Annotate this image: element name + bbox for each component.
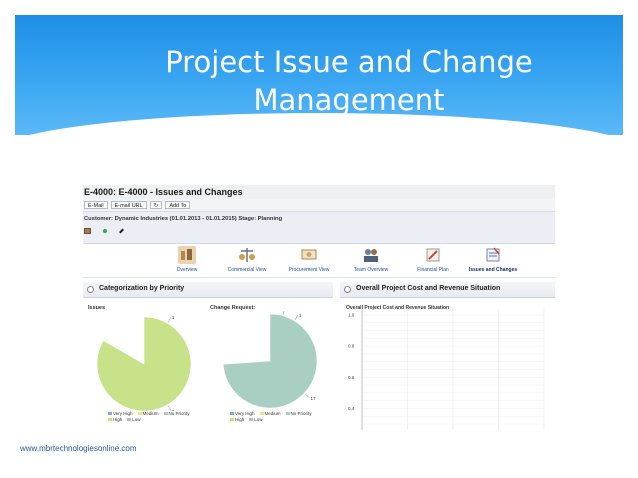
pie-data-label: 2 bbox=[286, 311, 289, 312]
issues-changes-icon bbox=[484, 246, 502, 264]
view-navigation: Overview Commercial View Procurement Vie… bbox=[83, 244, 555, 278]
team-icon bbox=[362, 246, 380, 264]
collapse-toggle-icon[interactable] bbox=[87, 286, 94, 293]
window-title: E-4000: E-4000 - Issues and Changes bbox=[84, 187, 243, 197]
email-button[interactable]: E-Mail bbox=[84, 201, 108, 209]
customer-info: Customer: Dynamic Industries (01.01.2013… bbox=[83, 212, 555, 244]
change-request-pie-chart: 1 2 17 bbox=[222, 311, 318, 409]
nav-label: Overview bbox=[176, 267, 198, 273]
y-tick-label: 1.0 bbox=[348, 313, 355, 318]
pie-leader-line bbox=[282, 311, 285, 315]
pie-leader-line bbox=[304, 393, 310, 399]
priority-panel-title: Categorization by Priority bbox=[99, 285, 185, 292]
toolbar: E-Mail E-mail URL ↻ Add To bbox=[83, 199, 555, 212]
nav-procurement-view[interactable]: Procurement View bbox=[279, 246, 339, 273]
cost-revenue-grid: 1.0 0.8 0.6 0.4 bbox=[348, 309, 545, 430]
legend-medium: Medium bbox=[142, 411, 159, 416]
slide-header: Project Issue and Change Management bbox=[15, 15, 623, 135]
procurement-icon bbox=[300, 246, 318, 264]
pie-slice-no-priority[interactable] bbox=[222, 313, 318, 409]
customer-line: Customer: Dynamic Industries (01.01.2013… bbox=[84, 216, 283, 222]
issues-legend: Very High Medium No Priority High Low bbox=[108, 411, 190, 423]
slide-title: Project Issue and Change Management bbox=[15, 43, 623, 119]
pie-data-label: 1 bbox=[299, 313, 302, 318]
y-tick-label: 0.4 bbox=[348, 406, 355, 411]
nav-label: Procurement View bbox=[288, 267, 330, 273]
cost-revenue-chart: 1.0 0.8 0.6 0.4 bbox=[348, 309, 545, 430]
y-tick-label: 0.6 bbox=[348, 375, 355, 380]
legend-no-priority: No Priority bbox=[168, 411, 190, 416]
app-window: E-4000: E-4000 - Issues and Changes E-Ma… bbox=[83, 185, 555, 430]
nav-financial-plan[interactable]: Financial Plan bbox=[403, 246, 463, 273]
priority-panel-header[interactable]: Categorization by Priority bbox=[83, 282, 333, 298]
cost-panel-header[interactable]: Overall Project Cost and Revenue Situati… bbox=[340, 282, 555, 298]
pie-slice-high[interactable] bbox=[96, 316, 192, 411]
y-tick-label: 0.8 bbox=[348, 344, 355, 349]
nav-overview[interactable]: Overview bbox=[157, 246, 217, 273]
priority-pies: 15 1 2 17 bbox=[96, 311, 318, 411]
nav-label: Issues and Changes bbox=[468, 267, 518, 273]
nav-team-overview[interactable]: Team Overview bbox=[341, 246, 401, 273]
legend-medium: Medium bbox=[264, 411, 281, 416]
nav-label: Commercial View bbox=[227, 267, 267, 273]
add-to-button[interactable]: Add To bbox=[165, 201, 191, 209]
legend-very-high: Very High bbox=[113, 411, 133, 416]
scale-icon bbox=[238, 246, 256, 264]
legend-no-priority: No Priority bbox=[290, 411, 312, 416]
document-icon[interactable] bbox=[84, 228, 91, 234]
nav-label: Team Overview bbox=[353, 267, 389, 273]
overview-icon bbox=[178, 246, 196, 264]
cost-panel-title: Overall Project Cost and Revenue Situati… bbox=[356, 285, 501, 292]
slide-title-line-1: Project Issue and Change bbox=[165, 45, 533, 79]
nav-commercial-view[interactable]: Commercial View bbox=[217, 246, 277, 273]
pin-icon[interactable] bbox=[119, 228, 124, 234]
legend-low: Low bbox=[132, 417, 141, 422]
nav-label: Financial Plan bbox=[417, 267, 449, 273]
legend-low: Low bbox=[254, 417, 263, 422]
collapse-toggle-icon[interactable] bbox=[344, 286, 351, 293]
window-titlebar: E-4000: E-4000 - Issues and Changes bbox=[83, 185, 555, 199]
nav-issues-and-changes[interactable]: Issues and Changes bbox=[463, 246, 523, 273]
issues-pie-chart: 15 bbox=[96, 315, 192, 411]
pie-data-label: 1 bbox=[172, 315, 175, 320]
status-green-icon[interactable] bbox=[103, 229, 107, 233]
legend-very-high: Very High bbox=[235, 411, 255, 416]
pie-data-label: 17 bbox=[310, 396, 316, 401]
legend-high: High bbox=[113, 417, 123, 422]
pie-leader-line bbox=[294, 314, 299, 321]
financial-plan-icon bbox=[424, 246, 442, 264]
pie-leader-line bbox=[167, 405, 172, 411]
refresh-button[interactable]: ↻ bbox=[149, 201, 163, 209]
email-url-button[interactable]: E-mail URL bbox=[110, 201, 147, 209]
legend-high: High bbox=[235, 417, 245, 422]
footer-url[interactable]: www.mbrtechnologiesonline.com bbox=[20, 444, 137, 453]
change-request-legend: Very High Medium No Priority High Low bbox=[230, 411, 312, 423]
pie-leader-line bbox=[167, 317, 172, 323]
slide-title-line-2: Management bbox=[253, 83, 445, 117]
